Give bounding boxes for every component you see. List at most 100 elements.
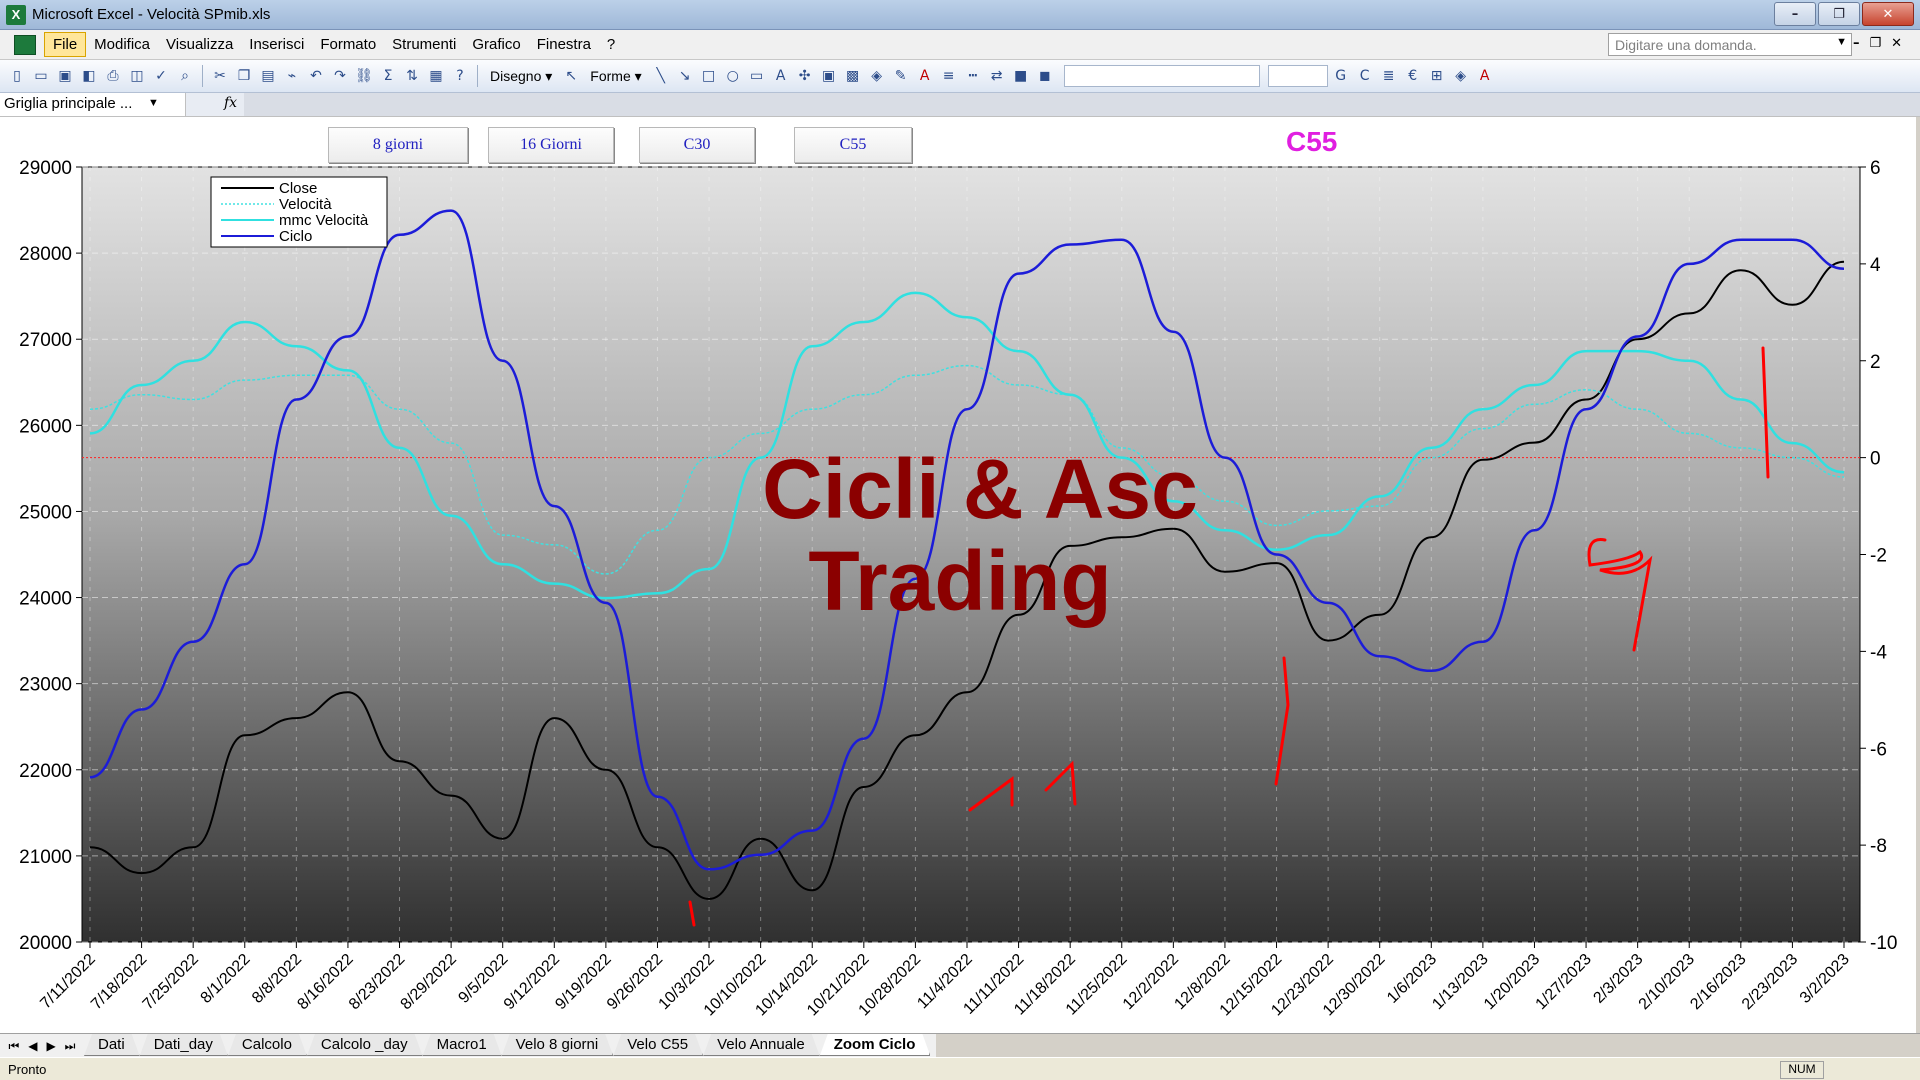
cut-icon[interactable]: ✂ — [209, 65, 231, 87]
italic-icon[interactable]: C — [1354, 65, 1376, 87]
chevron-down-icon[interactable]: ▼ — [1836, 36, 1847, 48]
line-color-icon[interactable]: ✎ — [890, 65, 912, 87]
currency-icon[interactable]: € — [1402, 65, 1424, 87]
wordart-icon[interactable]: A — [770, 65, 792, 87]
line-icon[interactable]: ╲ — [650, 65, 672, 87]
menu-visualizza[interactable]: Visualizza — [158, 33, 241, 56]
font-size-select[interactable] — [1267, 65, 1328, 87]
legend-label-mmc: mmc Velocità — [279, 212, 369, 229]
help-icon[interactable]: ? — [449, 65, 471, 87]
print-preview-icon[interactable]: ◫ — [126, 65, 148, 87]
tab-velo-c55[interactable]: Velo C55 — [613, 1034, 703, 1056]
line-style-icon[interactable]: ≡ — [938, 65, 960, 87]
paste-icon[interactable]: ▤ — [257, 65, 279, 87]
tab-dati-day[interactable]: Dati_day — [140, 1034, 228, 1056]
y-axis-right: -10 -8 -6 -4 -2 0 2 4 6 — [1860, 158, 1897, 954]
new-icon[interactable]: ▯ — [6, 65, 28, 87]
menu-strumenti[interactable]: Strumenti — [384, 33, 464, 56]
y-left-tick-label: 21000 — [19, 847, 72, 868]
y-left-tick-label: 26000 — [19, 416, 72, 437]
redo-icon[interactable]: ↷ — [329, 65, 351, 87]
shadow-icon[interactable]: ■ — [1010, 65, 1032, 87]
menu-inserisci[interactable]: Inserisci — [241, 33, 312, 56]
menu-help[interactable]: ? — [599, 33, 623, 56]
first-tab-icon[interactable]: ⏮ — [8, 1039, 19, 1054]
3d-icon[interactable]: ◼ — [1034, 65, 1056, 87]
undo-icon[interactable]: ↶ — [305, 65, 327, 87]
legend-label-ciclo: Ciclo — [279, 228, 312, 245]
y-left-tick-label: 22000 — [19, 761, 72, 782]
menu-modifica[interactable]: Modifica — [86, 33, 158, 56]
save-icon[interactable]: ▣ — [54, 65, 76, 87]
autosum-icon[interactable]: Σ — [377, 65, 399, 87]
menu-grafico[interactable]: Grafico — [464, 33, 528, 56]
chart-legend[interactable]: Close Velocità mmc Velocità Ciclo — [210, 176, 388, 248]
menu-formato[interactable]: Formato — [312, 33, 384, 56]
picture-icon[interactable]: ▩ — [842, 65, 864, 87]
document-window-controls[interactable]: –❐✕ — [1853, 36, 1912, 51]
drawing-menu[interactable]: Disegno ▾ — [484, 68, 558, 85]
bold-icon[interactable]: G — [1330, 65, 1352, 87]
formula-bar: Griglia principale ... ▼ fx — [0, 93, 1920, 117]
prev-tab-icon[interactable]: ◀ — [28, 1039, 37, 1053]
rectangle-icon[interactable]: □ — [698, 65, 720, 87]
textbox-icon[interactable]: ▭ — [746, 65, 768, 87]
excel-app-icon[interactable]: X — [6, 4, 26, 25]
dash-style-icon[interactable]: ┅ — [962, 65, 984, 87]
arrow-icon[interactable]: ↘ — [674, 65, 696, 87]
font-name-select[interactable] — [1063, 65, 1260, 87]
oval-icon[interactable]: ○ — [722, 65, 744, 87]
font-color-icon-2[interactable]: A — [1474, 65, 1496, 87]
horizontal-scrollbar[interactable] — [936, 1034, 1920, 1058]
menu-finestra[interactable]: Finestra — [529, 33, 599, 56]
chevron-down-icon[interactable]: ▼ — [148, 97, 159, 109]
formula-input[interactable] — [244, 93, 1920, 116]
fill-color-icon[interactable]: ◈ — [866, 65, 888, 87]
print-icon[interactable]: ⎙ — [102, 65, 124, 87]
clipart-icon[interactable]: ▣ — [818, 65, 840, 87]
format-painter-icon[interactable]: ⌁ — [281, 65, 303, 87]
y-right-tick-label: -4 — [1870, 642, 1887, 663]
sort-icon[interactable]: ⇅ — [401, 65, 423, 87]
tab-zoom-ciclo[interactable]: Zoom Ciclo — [820, 1034, 931, 1056]
tab-navigation[interactable]: ⏮ ◀ ▶ ⏭ — [0, 1034, 84, 1058]
hyperlink-icon[interactable]: ⛓ — [353, 65, 375, 87]
watermark-line-2: Trading — [808, 534, 1111, 628]
fill-color-icon-2[interactable]: ◈ — [1450, 65, 1472, 87]
font-color-icon[interactable]: A — [914, 65, 936, 87]
cycle-chart[interactable]: 20000 21000 22000 23000 24000 25000 26000 27000… — [0, 150, 1920, 1036]
tab-velo-annuale[interactable]: Velo Annuale — [703, 1034, 820, 1056]
tab-calcolo-day[interactable]: Calcolo _day — [307, 1034, 423, 1056]
align-icon[interactable]: ≣ — [1378, 65, 1400, 87]
x-tick-label: 2/23/2023 — [1739, 951, 1801, 1013]
tab-macro1[interactable]: Macro1 — [423, 1034, 502, 1056]
copy-icon[interactable]: ❐ — [233, 65, 255, 87]
help-search-input[interactable]: Digitare una domanda. ▼ — [1608, 33, 1852, 56]
window-title: Microsoft Excel - Velocità SPmib.xls — [32, 6, 271, 23]
menu-file[interactable]: File — [44, 32, 87, 57]
y-right-tick-label: 6 — [1870, 158, 1881, 179]
spelling-icon[interactable]: ✓ — [150, 65, 172, 87]
borders-icon[interactable]: ⊞ — [1426, 65, 1448, 87]
shapes-menu[interactable]: Forme ▾ — [584, 68, 647, 85]
research-icon[interactable]: ⌕ — [174, 65, 196, 87]
permission-icon[interactable]: ◧ — [78, 65, 100, 87]
open-icon[interactable]: ▭ — [30, 65, 52, 87]
next-tab-icon[interactable]: ▶ — [46, 1039, 55, 1053]
arrow-style-icon[interactable]: ⇄ — [986, 65, 1008, 87]
minimize-button[interactable]: – — [1774, 2, 1816, 26]
maximize-button[interactable]: ❐ — [1818, 2, 1860, 26]
y-axis-left: 20000 21000 22000 23000 24000 25000 26000 27000… — [19, 158, 82, 954]
close-button[interactable]: ✕ — [1862, 2, 1914, 26]
last-tab-icon[interactable]: ⏭ — [65, 1039, 76, 1054]
tab-calcolo[interactable]: Calcolo — [228, 1034, 307, 1056]
y-left-tick-label: 28000 — [19, 244, 72, 265]
tab-velo-8-giorni[interactable]: Velo 8 giorni — [502, 1034, 614, 1056]
diagram-icon[interactable]: ✣ — [794, 65, 816, 87]
chart-wizard-icon[interactable]: ▦ — [425, 65, 447, 87]
select-pointer-icon[interactable]: ↖ — [560, 65, 582, 87]
separator — [202, 65, 203, 87]
workbook-icon[interactable] — [14, 34, 36, 55]
tab-dati[interactable]: Dati — [84, 1034, 140, 1056]
y-right-tick-label: -2 — [1870, 546, 1887, 567]
